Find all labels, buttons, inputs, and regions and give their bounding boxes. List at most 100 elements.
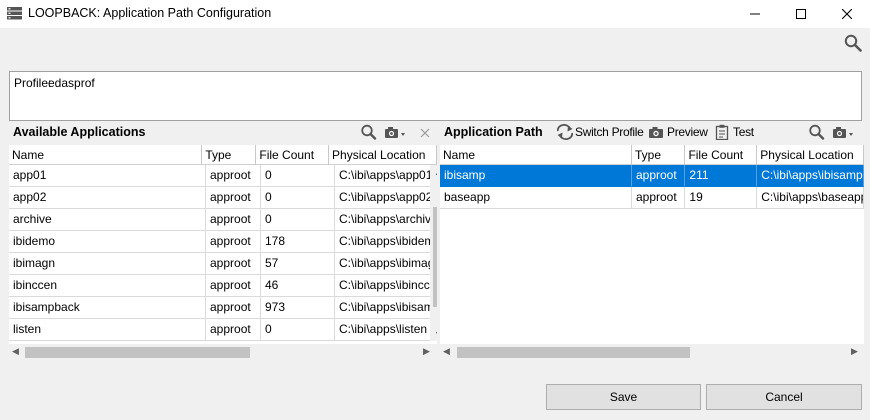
cell-file-count: 211	[685, 165, 758, 187]
cell-type: approot	[206, 209, 261, 231]
test-button[interactable]: Test	[733, 125, 754, 139]
close-icon[interactable]	[418, 125, 432, 141]
available-applications-title: Available Applications	[13, 125, 146, 139]
table-row[interactable]: listen approot 0 C:\ibi\apps\listen	[9, 319, 437, 341]
column-header-type[interactable]: Type	[202, 145, 257, 165]
cell-type: approot	[631, 187, 686, 209]
table-row[interactable]: ibidemo approot 178 C:\ibi\apps\ibidemo	[9, 231, 437, 253]
cell-location: C:\ibi\apps\app02	[335, 187, 435, 209]
maximize-icon	[796, 9, 806, 19]
table-row[interactable]: ibisampback approot 973 C:\ibi\apps\ibis…	[9, 297, 437, 319]
table-header: Name Type File Count Physical Location	[440, 145, 864, 165]
profile-label: Profile:	[14, 76, 52, 90]
column-header-physical-location[interactable]: Physical Location	[757, 145, 864, 165]
scroll-up-icon[interactable]: ▲	[434, 167, 437, 177]
cell-location: C:\ibi\apps\listen	[335, 319, 435, 341]
cell-location: C:\ibi\apps\app01	[335, 165, 435, 187]
cell-location: C:\ibi\apps\archive	[335, 209, 435, 231]
scroll-down-icon[interactable]: ▼	[434, 329, 437, 339]
cell-file-count: 973	[261, 297, 335, 319]
cell-type: approot	[206, 275, 261, 297]
clipboard-icon[interactable]	[714, 124, 732, 140]
camera-dropdown-icon[interactable]	[832, 125, 854, 141]
camera-dropdown-icon[interactable]	[384, 125, 406, 141]
title-bar: LOOPBACK: Application Path Configuration	[0, 0, 870, 28]
cell-name: ibidemo	[9, 231, 206, 253]
scroll-thumb[interactable]	[433, 207, 437, 307]
scroll-right-icon[interactable]: ▶	[423, 346, 430, 357]
cell-name: app01	[9, 165, 206, 187]
cancel-button[interactable]: Cancel	[706, 384, 862, 410]
column-header-name[interactable]: Name	[9, 145, 203, 165]
cell-type: approot	[631, 165, 686, 187]
cell-name: ibinccen	[9, 275, 206, 297]
cell-type: approot	[206, 231, 261, 253]
vertical-scrollbar[interactable]: ▲ ▼	[430, 165, 437, 341]
cell-location: C:\ibi\apps\ibinccen	[335, 275, 435, 297]
table-row[interactable]: app02 approot 0 C:\ibi\apps\app02	[9, 187, 437, 209]
cell-file-count: 0	[261, 187, 335, 209]
column-header-type[interactable]: Type	[632, 145, 686, 165]
window-title: LOOPBACK: Application Path Configuration	[28, 6, 272, 20]
preview-button[interactable]: Preview	[667, 125, 708, 139]
profile-panel: Profile: edasprof	[9, 71, 862, 121]
close-icon	[842, 9, 852, 19]
search-icon[interactable]	[844, 34, 862, 52]
table-row[interactable]: ibinccen approot 46 C:\ibi\apps\ibinccen	[9, 275, 437, 297]
maximize-button[interactable]	[778, 0, 824, 28]
switch-profile-button[interactable]: Switch Profile	[575, 125, 644, 139]
horizontal-scrollbar[interactable]: ◀ ▶	[9, 344, 437, 360]
application-path-title: Application Path	[444, 125, 543, 139]
cell-name: archive	[9, 209, 206, 231]
profile-value[interactable]: edasprof	[48, 76, 95, 90]
cell-file-count: 0	[261, 165, 335, 187]
cell-file-count: 57	[261, 253, 335, 275]
cell-location: C:\ibi\apps\ibimagn	[335, 253, 435, 275]
table-row-selected[interactable]: ibisamp approot 211 C:\ibi\apps\ibisamp	[440, 165, 864, 187]
scroll-right-icon[interactable]: ▶	[851, 346, 858, 357]
cell-file-count: 0	[261, 319, 335, 341]
scroll-left-icon[interactable]: ◀	[12, 346, 19, 357]
cell-name: ibimagn	[9, 253, 206, 275]
horizontal-scrollbar[interactable]: ◀ ▶	[440, 344, 864, 360]
cell-location: C:\ibi\apps\ibisampback	[335, 297, 435, 319]
scroll-thumb[interactable]	[457, 347, 690, 358]
scroll-thumb[interactable]	[25, 347, 250, 358]
cell-type: approot	[206, 253, 261, 275]
table-row[interactable]: app01 approot 0 C:\ibi\apps\app01	[9, 165, 437, 187]
minimize-button[interactable]	[732, 0, 778, 28]
scroll-left-icon[interactable]: ◀	[443, 346, 450, 357]
minimize-icon	[750, 13, 760, 15]
cell-file-count: 46	[261, 275, 335, 297]
table-row[interactable]: archive approot 0 C:\ibi\apps\archive	[9, 209, 437, 231]
column-header-file-count[interactable]: File Count	[256, 145, 330, 165]
server-icon	[7, 7, 22, 20]
table-header: Name Type File Count Physical Location	[9, 145, 437, 165]
column-header-physical-location[interactable]: Physical Location	[329, 145, 437, 165]
switch-profile-icon[interactable]	[556, 124, 574, 140]
cell-name: ibisampback	[9, 297, 206, 319]
close-button[interactable]	[824, 0, 870, 28]
cell-file-count: 178	[261, 231, 335, 253]
cell-name: listen	[9, 319, 206, 341]
cell-location: C:\ibi\apps\ibidemo	[335, 231, 435, 253]
cell-type: approot	[206, 297, 261, 319]
search-icon[interactable]	[360, 124, 378, 140]
cell-name: baseapp	[440, 187, 632, 209]
cell-type: approot	[206, 165, 261, 187]
cell-location: C:\ibi\apps\ibisamp	[757, 165, 864, 187]
search-icon[interactable]	[808, 124, 826, 140]
cell-name: app02	[9, 187, 206, 209]
table-row[interactable]: baseapp approot 19 C:\ibi\apps\baseapp	[440, 187, 864, 209]
application-path-table: Name Type File Count Physical Location i…	[440, 145, 864, 360]
cell-location: C:\ibi\apps\baseapp	[757, 187, 864, 209]
available-applications-table: Name Type File Count Physical Location a…	[9, 145, 437, 360]
column-header-name[interactable]: Name	[440, 145, 633, 165]
cell-file-count: 0	[261, 209, 335, 231]
table-row[interactable]: ibimagn approot 57 C:\ibi\apps\ibimagn	[9, 253, 437, 275]
save-button[interactable]: Save	[546, 384, 701, 410]
column-header-file-count[interactable]: File Count	[685, 145, 758, 165]
cell-name: ibisamp	[440, 165, 632, 187]
cell-type: approot	[206, 319, 261, 341]
camera-icon[interactable]	[648, 125, 666, 141]
